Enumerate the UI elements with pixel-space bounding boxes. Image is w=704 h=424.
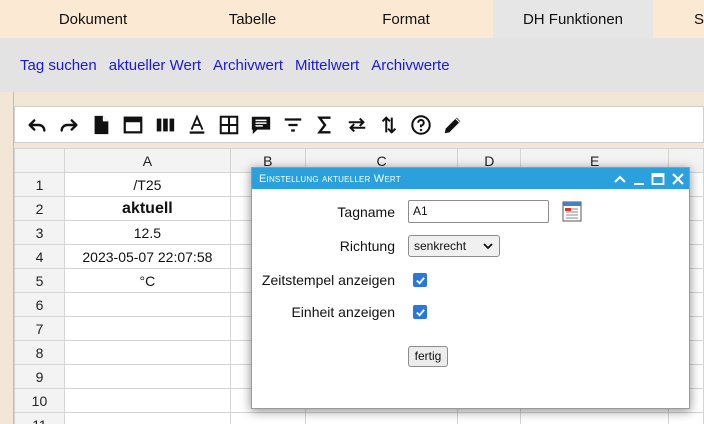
link-archivwerte[interactable]: Archivwerte: [371, 57, 449, 74]
richtung-select[interactable]: senkrecht: [408, 235, 500, 257]
column-header-a[interactable]: A: [63, 148, 231, 173]
close-icon[interactable]: [668, 168, 688, 189]
tab-partial[interactable]: S: [653, 0, 704, 38]
cell-a8[interactable]: [63, 340, 231, 365]
row-header[interactable]: 1: [14, 172, 65, 197]
timestamp-row: Zeitstempel anzeigen: [252, 267, 691, 293]
link-aktueller-wert[interactable]: aktueller Wert: [109, 57, 201, 74]
row-header[interactable]: 10: [14, 388, 65, 413]
richtung-row: Richtung senkrecht: [252, 233, 691, 259]
row-header[interactable]: 4: [14, 244, 65, 269]
row-header[interactable]: 8: [14, 340, 65, 365]
table-row: 11: [14, 412, 704, 424]
row-header[interactable]: 2: [14, 196, 65, 221]
settings-dialog: Einstellung aktueller Wert Tagname A1 Ri…: [251, 167, 690, 409]
comment-icon[interactable]: [245, 109, 277, 141]
borders-icon[interactable]: [213, 109, 245, 141]
richtung-label: Richtung: [339, 238, 395, 254]
cell-a10[interactable]: [63, 388, 231, 413]
done-button[interactable]: fertig: [408, 346, 448, 367]
tagname-row: Tagname A1: [252, 199, 691, 225]
corner-cell[interactable]: [14, 148, 65, 173]
tag-browser-icon[interactable]: [562, 201, 582, 222]
unit-label: Einheit anzeigen: [291, 304, 395, 320]
tab-format[interactable]: Format: [319, 0, 493, 38]
function-link-bar: Tag suchen aktueller Wert Archivwert Mit…: [0, 38, 704, 92]
row-header[interactable]: 5: [14, 268, 65, 293]
cell[interactable]: [229, 412, 306, 424]
cell[interactable]: [457, 412, 522, 424]
cell[interactable]: [520, 412, 669, 424]
row-header[interactable]: 9: [14, 364, 65, 389]
cell-a5[interactable]: °C: [63, 268, 231, 293]
tab-dokument[interactable]: Dokument: [0, 0, 186, 38]
redo-icon[interactable]: [53, 109, 85, 141]
row-header[interactable]: 3: [14, 220, 65, 245]
maximize-icon[interactable]: [648, 168, 668, 189]
cell[interactable]: [668, 412, 704, 424]
edit-pencil-icon[interactable]: [437, 109, 469, 141]
cell-a2[interactable]: aktuell: [63, 196, 231, 221]
chevron-down-icon: [483, 243, 493, 250]
cell-a9[interactable]: [63, 364, 231, 389]
window-icon[interactable]: [117, 109, 149, 141]
collapse-icon[interactable]: [610, 168, 630, 189]
richtung-value: senkrecht: [414, 239, 467, 253]
tab-tabelle[interactable]: Tabelle: [186, 0, 319, 38]
spacer: [0, 92, 704, 106]
cell-a3[interactable]: 12.5: [63, 220, 231, 245]
help-icon[interactable]: [405, 109, 437, 141]
row-header[interactable]: 11: [14, 412, 65, 424]
link-archivwert[interactable]: Archivwert: [213, 57, 283, 74]
document-icon[interactable]: [85, 109, 117, 141]
sort-vertical-icon[interactable]: [373, 109, 405, 141]
timestamp-checkbox[interactable]: [413, 273, 427, 287]
unit-checkbox[interactable]: [413, 305, 427, 319]
columns-icon[interactable]: [149, 109, 181, 141]
cell[interactable]: [304, 412, 459, 424]
dialog-title: Einstellung aktueller Wert: [259, 172, 401, 185]
tab-dh-funktionen[interactable]: DH Funktionen: [493, 0, 653, 38]
cell-a1[interactable]: /T25: [63, 172, 231, 197]
timestamp-label: Zeitstempel anzeigen: [261, 272, 395, 288]
link-mittelwert[interactable]: Mittelwert: [295, 57, 359, 74]
editor-toolbar: [14, 106, 704, 143]
text-color-icon[interactable]: [181, 109, 213, 141]
cell-a7[interactable]: [63, 316, 231, 341]
tagname-input[interactable]: A1: [408, 200, 549, 223]
cell-a6[interactable]: [63, 292, 231, 317]
undo-icon[interactable]: [21, 109, 53, 141]
minimize-icon[interactable]: [629, 168, 649, 189]
sum-icon[interactable]: [309, 109, 341, 141]
unit-row: Einheit anzeigen: [252, 299, 691, 325]
link-tag-suchen[interactable]: Tag suchen: [20, 57, 97, 74]
cell-a11[interactable]: [63, 412, 231, 424]
filter-icon[interactable]: [277, 109, 309, 141]
tagname-label: Tagname: [337, 204, 395, 220]
dialog-title-bar[interactable]: Einstellung aktueller Wert: [252, 168, 689, 189]
row-header[interactable]: 7: [14, 316, 65, 341]
ribbon-tab-bar: Dokument Tabelle Format DH Funktionen S: [0, 0, 704, 38]
cell-a4[interactable]: 2023-05-07 22:07:58: [63, 244, 231, 269]
row-header[interactable]: 6: [14, 292, 65, 317]
swap-horizontal-icon[interactable]: [341, 109, 373, 141]
